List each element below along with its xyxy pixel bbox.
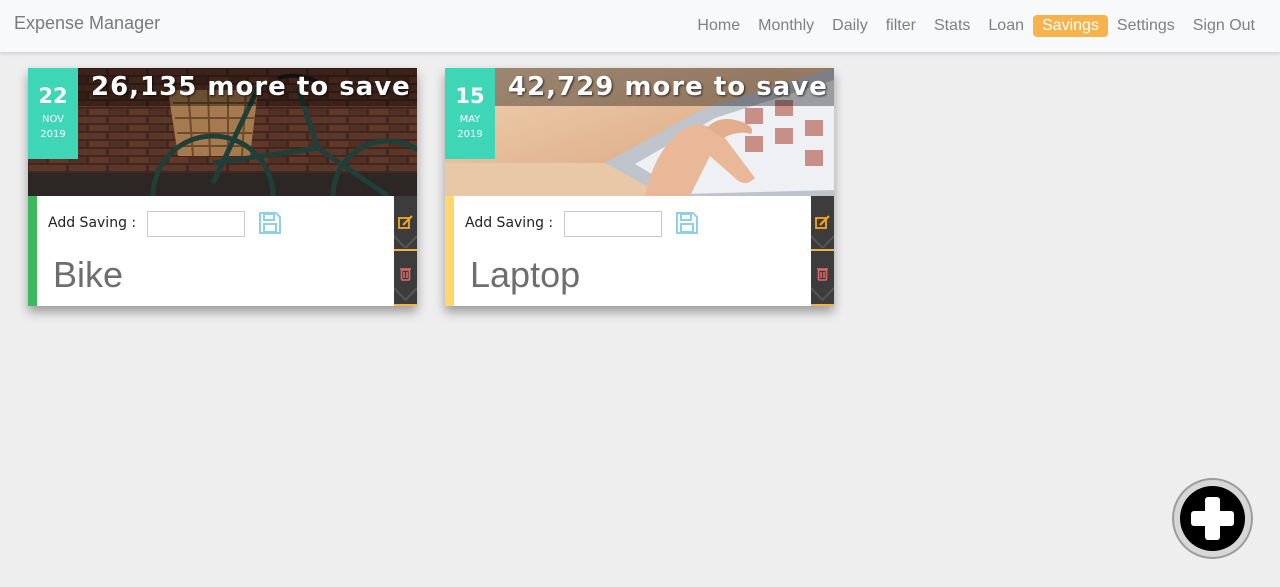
date-year: 2019	[40, 129, 66, 140]
remaining-banner: 26,135 more to save	[78, 68, 417, 106]
date-day: 15	[455, 84, 485, 108]
nav-daily[interactable]: Daily	[823, 15, 877, 37]
actions-bottom-line	[394, 304, 417, 306]
saving-card: 15 MAY 2019 42,729 more to save Add Savi…	[445, 68, 835, 306]
card-actions	[393, 196, 418, 306]
date-badge: 22 NOV 2019	[28, 68, 78, 159]
remaining-banner: 42,729 more to save	[495, 68, 834, 106]
date-year: 2019	[457, 129, 483, 140]
date-month: NOV	[41, 114, 65, 125]
edit-button[interactable]	[393, 196, 418, 250]
add-saving-button[interactable]	[1172, 478, 1253, 559]
actions-divider	[394, 249, 417, 251]
nav-menu: Home Monthly Daily filter Stats Loan Sav…	[688, 15, 1264, 37]
date-month: MAY	[459, 114, 481, 125]
edit-button[interactable]	[810, 196, 835, 250]
date-badge: 15 MAY 2019	[445, 68, 495, 159]
nav-loan[interactable]: Loan	[979, 15, 1033, 37]
trash-icon	[817, 268, 828, 281]
delete-button[interactable]	[393, 252, 418, 304]
add-saving-input[interactable]	[564, 211, 662, 237]
navbar: Expense Manager Home Monthly Daily filte…	[0, 0, 1280, 53]
floppy-disk-icon[interactable]	[675, 211, 699, 235]
trash-icon	[400, 268, 411, 281]
actions-divider	[811, 249, 834, 251]
add-saving-label: Add Saving :	[48, 215, 137, 231]
nav-sign-out[interactable]: Sign Out	[1184, 15, 1264, 37]
nav-home[interactable]: Home	[688, 15, 749, 37]
nav-savings[interactable]: Savings	[1033, 15, 1108, 37]
card-body: Add Saving : Bike	[28, 196, 418, 306]
actions-bottom-line	[811, 304, 834, 306]
nav-filter[interactable]: filter	[877, 15, 925, 37]
plus-circle-icon	[1180, 486, 1245, 551]
nav-stats[interactable]: Stats	[925, 15, 979, 37]
card-actions	[810, 196, 835, 306]
app-title[interactable]: Expense Manager	[14, 13, 160, 34]
add-saving-input[interactable]	[147, 211, 245, 237]
saving-name: Laptop	[470, 254, 581, 295]
saving-card: 22 NOV 2019 26,135 more to save Add Savi…	[28, 68, 418, 306]
nav-settings[interactable]: Settings	[1108, 15, 1184, 37]
nav-monthly[interactable]: Monthly	[749, 15, 823, 37]
delete-button[interactable]	[810, 252, 835, 304]
accent-bar	[28, 196, 37, 306]
card-body: Add Saving : Laptop	[445, 196, 835, 306]
accent-bar	[445, 196, 454, 306]
floppy-disk-icon[interactable]	[258, 211, 282, 235]
saving-name: Bike	[53, 254, 124, 295]
add-saving-label: Add Saving :	[465, 215, 554, 231]
date-day: 22	[38, 84, 68, 108]
